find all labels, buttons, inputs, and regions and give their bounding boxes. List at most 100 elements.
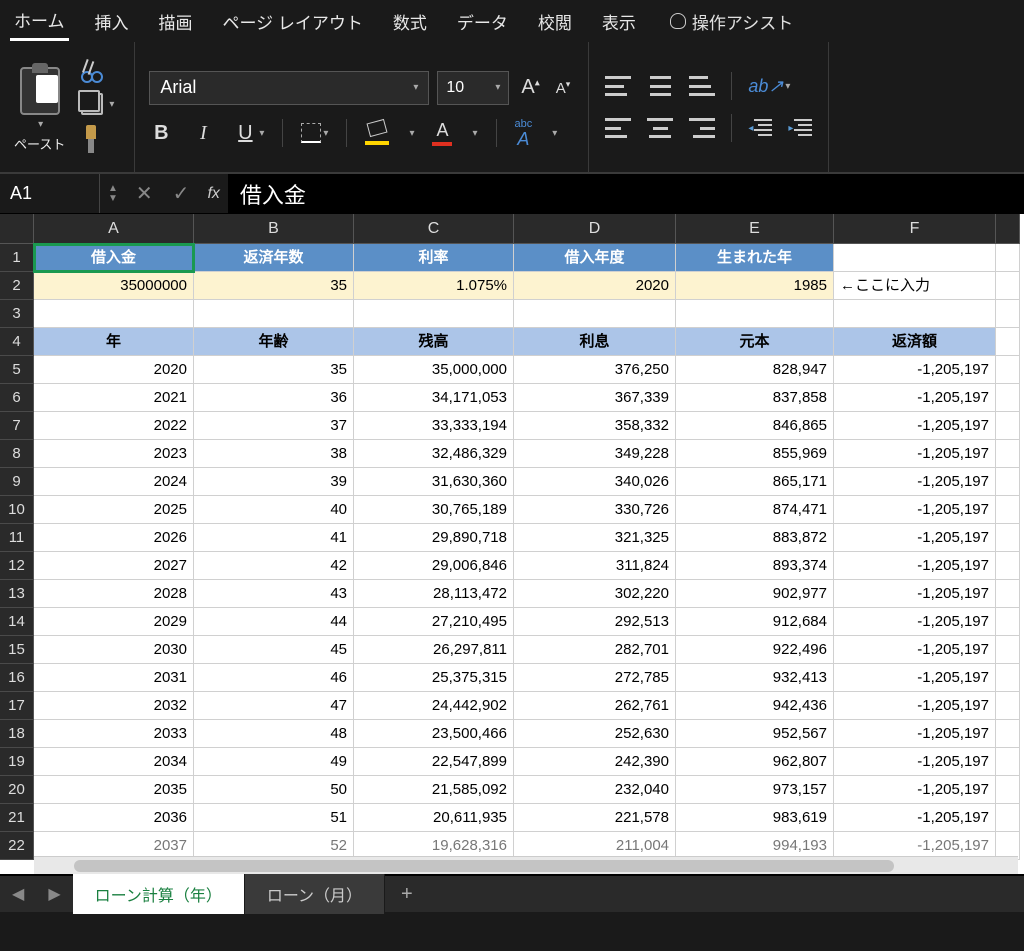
cell-G18[interactable]: [996, 720, 1020, 748]
cell-C5[interactable]: 35,000,000: [354, 356, 514, 384]
cell-F1[interactable]: [834, 244, 996, 272]
cell-F6[interactable]: -1,205,197: [834, 384, 996, 412]
cell-F14[interactable]: -1,205,197: [834, 608, 996, 636]
cell-G5[interactable]: [996, 356, 1020, 384]
cell-A4[interactable]: 年: [34, 328, 194, 356]
cell-B9[interactable]: 39: [194, 468, 354, 496]
row-header-21[interactable]: 21: [0, 804, 34, 832]
cell-G17[interactable]: [996, 692, 1020, 720]
cell-B4[interactable]: 年齢: [194, 328, 354, 356]
cell-F10[interactable]: -1,205,197: [834, 496, 996, 524]
row-header-4[interactable]: 4: [0, 328, 34, 356]
cell-C12[interactable]: 29,006,846: [354, 552, 514, 580]
cell-G11[interactable]: [996, 524, 1020, 552]
cell-row3-1[interactable]: [194, 300, 354, 328]
cell-A11[interactable]: 2026: [34, 524, 194, 552]
cell-F17[interactable]: -1,205,197: [834, 692, 996, 720]
italic-button[interactable]: I: [191, 122, 215, 145]
cell-A18[interactable]: 2033: [34, 720, 194, 748]
cell-row3-6[interactable]: [996, 300, 1020, 328]
cell-D4[interactable]: 利息: [514, 328, 676, 356]
tab-view[interactable]: 表示: [598, 3, 640, 40]
add-sheet-button[interactable]: +: [385, 883, 429, 906]
cell-D17[interactable]: 262,761: [514, 692, 676, 720]
cell-D8[interactable]: 349,228: [514, 440, 676, 468]
fill-color-button[interactable]: [365, 121, 389, 145]
sheet-nav-prev[interactable]: ◀: [0, 884, 36, 904]
cell-F7[interactable]: -1,205,197: [834, 412, 996, 440]
cell-D15[interactable]: 282,701: [514, 636, 676, 664]
row-header-8[interactable]: 8: [0, 440, 34, 468]
column-header-B[interactable]: B: [194, 214, 354, 244]
cell-D5[interactable]: 376,250: [514, 356, 676, 384]
cell-A7[interactable]: 2022: [34, 412, 194, 440]
column-header-C[interactable]: C: [354, 214, 514, 244]
column-header-extra[interactable]: [996, 214, 1020, 244]
name-box[interactable]: A1: [0, 174, 100, 213]
cell-C4[interactable]: 残高: [354, 328, 514, 356]
cell-D1[interactable]: 借入年度: [514, 244, 676, 272]
cell-F18[interactable]: -1,205,197: [834, 720, 996, 748]
cell-A15[interactable]: 2030: [34, 636, 194, 664]
cell-E18[interactable]: 952,567: [676, 720, 834, 748]
cell-C15[interactable]: 26,297,811: [354, 636, 514, 664]
cell-C18[interactable]: 23,500,466: [354, 720, 514, 748]
cell-C17[interactable]: 24,442,902: [354, 692, 514, 720]
cell-D18[interactable]: 252,630: [514, 720, 676, 748]
cell-B19[interactable]: 49: [194, 748, 354, 776]
cell-G15[interactable]: [996, 636, 1020, 664]
font-color-button[interactable]: A: [432, 120, 452, 146]
phonetic-guide-button[interactable]: abcA: [515, 119, 533, 148]
sheet-tab-0[interactable]: ローン計算（年）: [73, 874, 245, 914]
bold-button[interactable]: B: [149, 122, 173, 145]
cell-G10[interactable]: [996, 496, 1020, 524]
cell-A10[interactable]: 2025: [34, 496, 194, 524]
cell-D19[interactable]: 242,390: [514, 748, 676, 776]
row-header-15[interactable]: 15: [0, 636, 34, 664]
cell-G6[interactable]: [996, 384, 1020, 412]
tab-review[interactable]: 校閲: [534, 3, 576, 40]
cell-A16[interactable]: 2031: [34, 664, 194, 692]
cell-E10[interactable]: 874,471: [676, 496, 834, 524]
cell-D13[interactable]: 302,220: [514, 580, 676, 608]
cell-A5[interactable]: 2020: [34, 356, 194, 384]
cell-E19[interactable]: 962,807: [676, 748, 834, 776]
cell-A19[interactable]: 2034: [34, 748, 194, 776]
cell-G1[interactable]: [996, 244, 1020, 272]
orientation-button[interactable]: ab↗▾: [748, 76, 790, 97]
cell-A21[interactable]: 2036: [34, 804, 194, 832]
cell-D20[interactable]: 232,040: [514, 776, 676, 804]
cell-E2[interactable]: 1985: [676, 272, 834, 300]
cell-C10[interactable]: 30,765,189: [354, 496, 514, 524]
cell-C2[interactable]: 1.075%: [354, 272, 514, 300]
cell-B16[interactable]: 46: [194, 664, 354, 692]
cell-E5[interactable]: 828,947: [676, 356, 834, 384]
cell-G4[interactable]: [996, 328, 1020, 356]
cell-E4[interactable]: 元本: [676, 328, 834, 356]
column-header-A[interactable]: A: [34, 214, 194, 244]
cell-A9[interactable]: 2024: [34, 468, 194, 496]
row-header-19[interactable]: 19: [0, 748, 34, 776]
cell-C8[interactable]: 32,486,329: [354, 440, 514, 468]
cell-E16[interactable]: 932,413: [676, 664, 834, 692]
cell-B5[interactable]: 35: [194, 356, 354, 384]
row-header-2[interactable]: 2: [0, 272, 34, 300]
align-right-button[interactable]: [689, 118, 715, 138]
row-header-1[interactable]: 1: [0, 244, 34, 272]
column-header-E[interactable]: E: [676, 214, 834, 244]
cell-D21[interactable]: 221,578: [514, 804, 676, 832]
cell-A1[interactable]: 借入金: [34, 244, 194, 272]
tab-insert[interactable]: 挿入: [91, 3, 133, 40]
cell-E17[interactable]: 942,436: [676, 692, 834, 720]
cell-E21[interactable]: 983,619: [676, 804, 834, 832]
cell-B15[interactable]: 45: [194, 636, 354, 664]
tab-draw[interactable]: 描画: [155, 3, 197, 40]
align-left-button[interactable]: [605, 118, 631, 138]
cell-F13[interactable]: -1,205,197: [834, 580, 996, 608]
cell-B11[interactable]: 41: [194, 524, 354, 552]
cell-G19[interactable]: [996, 748, 1020, 776]
cell-A17[interactable]: 2032: [34, 692, 194, 720]
cell-G20[interactable]: [996, 776, 1020, 804]
row-header-12[interactable]: 12: [0, 552, 34, 580]
cell-F2[interactable]: ←ここに入力: [834, 272, 996, 300]
